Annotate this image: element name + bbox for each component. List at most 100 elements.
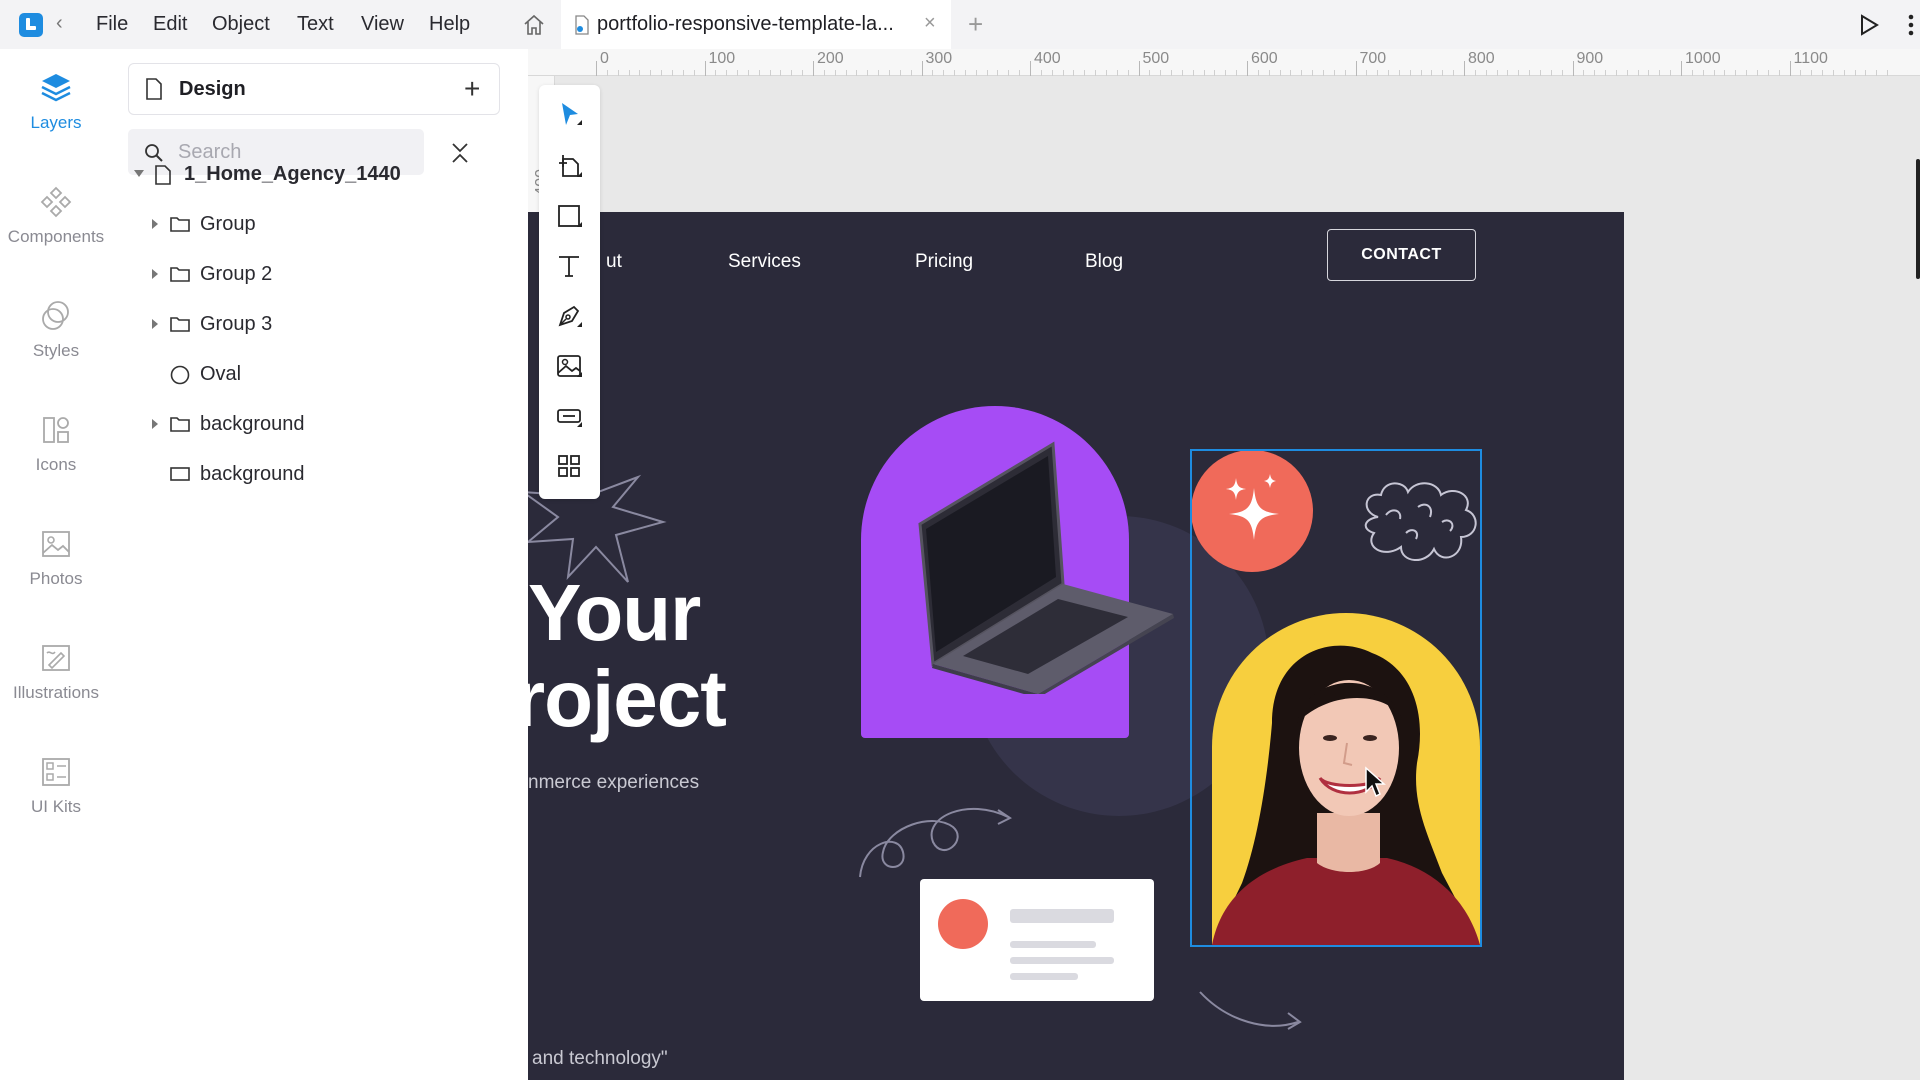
ruler-minor-tick: [1095, 70, 1097, 76]
ruler-minor-tick: [1149, 70, 1151, 76]
caret-right-icon[interactable]: [152, 419, 158, 429]
ruler-minor-tick: [1561, 70, 1563, 76]
canvas-scrollbar[interactable]: [1916, 159, 1920, 279]
card-line: [1010, 909, 1114, 923]
ruler-minor-tick: [1268, 70, 1270, 76]
layer-row[interactable]: Oval: [112, 355, 528, 395]
ruler-minor-tick: [1290, 70, 1292, 76]
image-tool-icon[interactable]: [554, 351, 584, 381]
ruler-label: 0: [600, 50, 609, 67]
caret-down-icon[interactable]: [134, 170, 144, 177]
app-logo-icon[interactable]: [19, 13, 43, 37]
back-chevron-icon[interactable]: ‹: [56, 12, 63, 35]
rail-label-layers: Layers: [30, 113, 82, 132]
ruler-minor-tick: [997, 70, 999, 76]
menu-view[interactable]: View: [361, 13, 404, 36]
folder-icon: [170, 265, 190, 289]
grid-tool-icon[interactable]: [554, 451, 584, 481]
rail-item-layers[interactable]: Layers: [0, 71, 112, 171]
more-options-icon[interactable]: [1908, 14, 1914, 36]
ruler-minor-tick: [1040, 70, 1042, 76]
ruler-minor-tick: [1019, 70, 1021, 76]
add-page-button[interactable]: +: [464, 73, 480, 105]
ruler-minor-tick: [726, 70, 728, 76]
pen-tool-icon[interactable]: [554, 301, 584, 331]
rail-label-styles: Styles: [32, 341, 80, 360]
layer-row[interactable]: Group 3: [112, 305, 528, 345]
ruler-minor-tick: [1670, 70, 1672, 76]
ruler-minor-tick: [1171, 70, 1173, 76]
caret-right-icon[interactable]: [152, 219, 158, 229]
nav-link-services[interactable]: Services: [728, 251, 801, 273]
ruler-minor-tick: [1876, 70, 1878, 76]
home-icon[interactable]: [522, 13, 546, 37]
design-canvas[interactable]: 010020030040050060070080090010001100 -40…: [528, 49, 1920, 1080]
rectangle-tool-icon[interactable]: [554, 201, 584, 231]
ruler-minor-tick: [1887, 70, 1889, 76]
caret-right-icon[interactable]: [152, 319, 158, 329]
rail-item-icons[interactable]: Icons: [0, 413, 112, 513]
component-tool-icon[interactable]: [554, 401, 584, 431]
page-selector[interactable]: Design +: [128, 63, 500, 115]
ruler-minor-tick: [1507, 70, 1509, 76]
close-tab-icon[interactable]: ×: [924, 12, 936, 35]
rail-item-photos[interactable]: Photos: [0, 527, 112, 627]
layers-icon: [41, 74, 71, 102]
caret-right-icon[interactable]: [152, 269, 158, 279]
folder-icon: [170, 215, 190, 239]
ruler-tick: [1681, 61, 1682, 76]
rail-item-styles[interactable]: Styles: [0, 299, 112, 399]
ruler-tick: [1789, 61, 1791, 76]
ruler-minor-tick: [1344, 70, 1346, 76]
rail-item-ui-kits[interactable]: UI Kits: [0, 755, 112, 855]
rail-item-illustrations[interactable]: Illustrations: [0, 641, 112, 741]
ruler-minor-tick: [1333, 70, 1335, 76]
ruler-label: 400: [1034, 50, 1061, 67]
card-line: [1010, 941, 1096, 948]
rail-item-components[interactable]: Components: [0, 185, 112, 285]
ruler-minor-tick: [1529, 70, 1531, 76]
ruler-minor-tick: [1843, 70, 1845, 76]
menu-object[interactable]: Object: [212, 13, 270, 36]
menu-text[interactable]: Text: [297, 13, 334, 36]
layer-row[interactable]: Group 2: [112, 255, 528, 295]
menu-help[interactable]: Help: [429, 13, 470, 36]
ui-kits-icon: [42, 758, 70, 786]
ruler-minor-tick: [671, 70, 673, 76]
ruler-minor-tick: [1746, 70, 1748, 76]
artboard-home-agency[interactable]: ut Services Pricing Blog CONTACT Your ro…: [528, 212, 1624, 1080]
ruler-minor-tick: [1854, 70, 1856, 76]
rail-label-components: Components: [7, 227, 105, 246]
ruler-minor-tick: [899, 70, 901, 76]
layer-label: 1_Home_Agency_1440: [184, 163, 401, 185]
layer-row[interactable]: Group: [112, 205, 528, 245]
menu-edit[interactable]: Edit: [153, 13, 187, 36]
ruler-minor-tick: [1236, 70, 1238, 76]
document-tab[interactable]: portfolio-responsive-template-la... ×: [561, 0, 951, 49]
layer-row[interactable]: background: [112, 405, 528, 445]
ruler-minor-tick: [1442, 70, 1444, 76]
play-icon[interactable]: [1859, 14, 1879, 36]
nav-link-pricing[interactable]: Pricing: [915, 251, 973, 273]
ruler-minor-tick: [1225, 70, 1227, 76]
contact-button[interactable]: CONTACT: [1327, 229, 1476, 281]
artboard-tool-icon[interactable]: [554, 151, 584, 181]
new-tab-icon[interactable]: +: [968, 9, 983, 40]
menu-file[interactable]: File: [96, 13, 128, 36]
text-tool-icon[interactable]: [554, 251, 584, 281]
nav-link-about[interactable]: ut: [606, 251, 622, 273]
laptop-image[interactable]: [888, 434, 1178, 694]
nav-link-blog[interactable]: Blog: [1085, 251, 1123, 273]
ruler-minor-tick: [737, 70, 739, 76]
select-tool-icon[interactable]: [554, 99, 584, 129]
ruler-tick: [1247, 61, 1248, 76]
layer-row[interactable]: background: [112, 455, 528, 495]
layer-row[interactable]: 1_Home_Agency_1440: [112, 155, 528, 195]
layer-label: Group 2: [200, 263, 273, 285]
ruler-minor-tick: [932, 70, 934, 76]
ruler-minor-tick: [1127, 70, 1129, 76]
ruler-minor-tick: [1822, 70, 1824, 76]
notification-card[interactable]: [920, 879, 1154, 1001]
ruler-minor-tick: [1691, 70, 1693, 76]
ruler-minor-tick: [1626, 70, 1628, 76]
